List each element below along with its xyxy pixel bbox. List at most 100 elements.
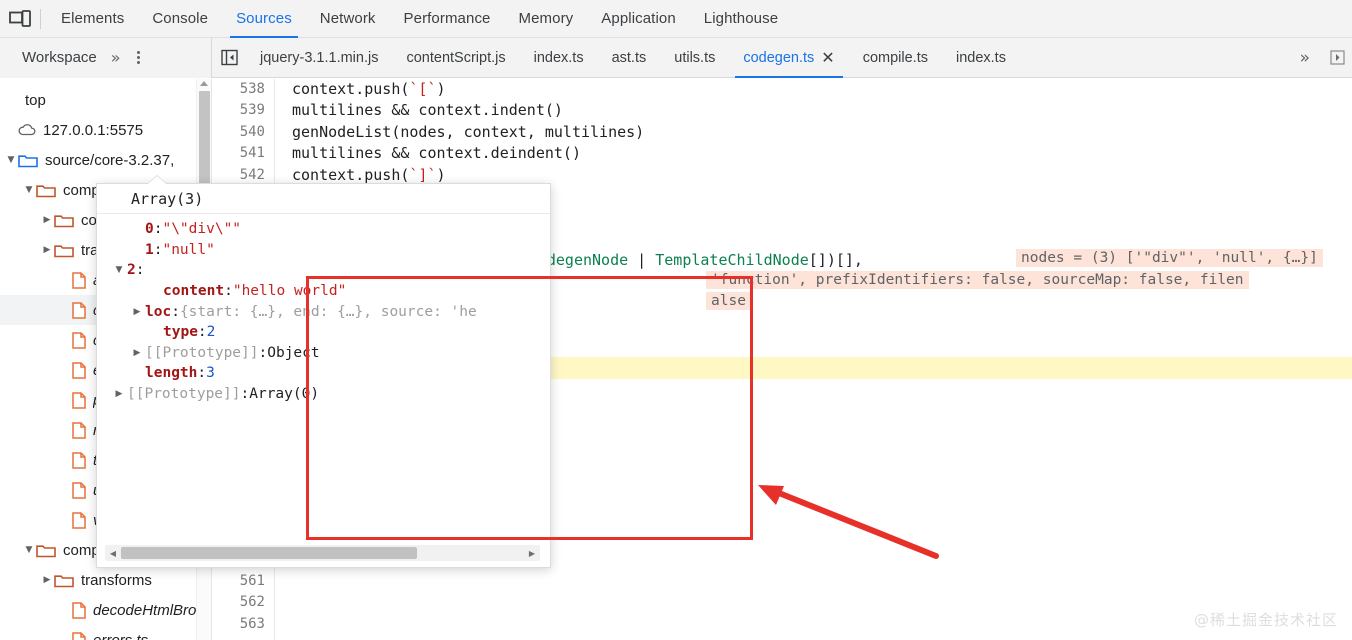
devtools-window: Elements Console Sources Network Performance… — [0, 0, 1352, 640]
popover-value: "null" — [162, 241, 215, 258]
file-tab-jquery-3-1-1-min-js[interactable]: jquery-3.1.1.min.js — [246, 38, 392, 78]
panel-tab-application[interactable]: Application — [587, 0, 689, 38]
file-tab-label: index.ts — [955, 49, 1006, 66]
cloud-icon — [18, 123, 36, 137]
workspace-overflow-icon[interactable]: » — [111, 48, 121, 67]
popover-value: {start: {…}, end: {…}, source: 'he — [179, 303, 477, 320]
panel-tab-memory[interactable]: Memory — [505, 0, 588, 38]
panel-tab-performance[interactable]: Performance — [390, 0, 505, 38]
popover-key: [[Prototype]] — [145, 344, 259, 361]
line-number-540[interactable]: 540 — [212, 122, 274, 143]
popover-horizontal-scrollbar[interactable]: ◀ ▶ — [105, 545, 540, 561]
popover-separator: : — [240, 386, 250, 403]
popover-value: "\"div\"" — [162, 221, 242, 238]
popover-row-1[interactable]: 1: "null" — [97, 240, 550, 261]
popover-row-2[interactable]: ▼ 2: — [97, 260, 550, 281]
workspace-tab[interactable]: Workspace — [0, 49, 97, 66]
sources-sub-bar: Workspace » jquery-3.1.1.min.js contentSc… — [0, 37, 1352, 78]
line-number-539[interactable]: 539 — [212, 100, 274, 121]
chevron-right-icon[interactable]: ▶ — [111, 389, 127, 399]
file-tab-codegen-ts[interactable]: codegen.ts ✕ — [729, 38, 848, 78]
panel-tab-lighthouse[interactable]: Lighthouse — [690, 0, 792, 38]
show-more-tabs-icon[interactable] — [1322, 38, 1352, 78]
popover-row-loc[interactable]: ▶ loc: {start: {…}, end: {…}, source: 'he — [97, 301, 550, 322]
code-line-541: multilines && context.deindent() — [292, 144, 581, 163]
line-number-541[interactable]: 541 — [212, 143, 274, 164]
line-number-563[interactable]: 563 — [212, 614, 274, 635]
tree-item-decodehtmlbro[interactable]: decodeHtmlBro — [0, 595, 211, 625]
scroll-right-icon[interactable]: ▶ — [524, 549, 540, 558]
popover-row-0[interactable]: 0: "\"div\"" — [97, 219, 550, 240]
file-icon — [72, 511, 86, 529]
file-tab-utils-ts[interactable]: utils.ts — [660, 38, 729, 78]
chevron-right-icon[interactable]: ▶ — [129, 307, 145, 317]
file-tab-label: utils.ts — [674, 49, 716, 66]
device-toolbar-icon[interactable] — [0, 0, 40, 38]
popover-title: Array(3) — [97, 184, 550, 214]
tree-item-label: decodeHtmlBro — [93, 601, 197, 619]
tree-item-transforms[interactable]: ▶ transforms — [0, 565, 211, 595]
file-tab-index-ts[interactable]: index.ts — [942, 38, 1020, 78]
inline-value-extra: alse — [706, 292, 751, 310]
popover-value: 2 — [206, 324, 216, 341]
file-tab-contentscript-js[interactable]: contentScript.js — [392, 38, 519, 78]
toolbar-divider — [40, 8, 41, 29]
file-tab-compile-ts[interactable]: compile.ts — [849, 38, 942, 78]
popover-row-type[interactable]: type: 2 — [97, 322, 550, 343]
file-icon — [72, 631, 86, 640]
popover-separator: : — [171, 303, 180, 320]
panel-tab-network[interactable]: Network — [306, 0, 390, 38]
popover-separator: : — [258, 344, 268, 361]
chevron-right-icon[interactable]: ▶ — [40, 235, 54, 265]
file-tabs-overflow-icon[interactable]: » — [1288, 38, 1322, 78]
file-icon — [72, 271, 86, 289]
workspace-zone: Workspace » — [0, 37, 212, 78]
popover-row-length[interactable]: length: 3 — [97, 363, 550, 384]
chevron-right-icon[interactable]: ▶ — [40, 205, 54, 235]
chevron-right-icon[interactable]: ▶ — [40, 565, 54, 595]
panel-tab-sources[interactable]: Sources — [222, 0, 306, 38]
chevron-down-icon[interactable]: ▼ — [22, 175, 36, 205]
folder-icon — [54, 213, 74, 228]
line-number-561[interactable]: 561 — [212, 571, 274, 592]
panel-tab-console[interactable]: Console — [138, 0, 222, 38]
scroll-left-icon[interactable]: ◀ — [105, 549, 121, 558]
popover-row--prototype-[interactable]: ▶ [[Prototype]]: Array(0) — [97, 384, 550, 405]
line-number-538[interactable]: 538 — [212, 79, 274, 100]
code-line-538: context.push(`[`) — [292, 80, 446, 98]
popover-separator: : — [153, 241, 163, 258]
tree-item-errors-ts[interactable]: errors.ts — [0, 625, 211, 640]
file-tab-label: jquery-3.1.1.min.js — [260, 49, 379, 66]
file-tab-label: ast.ts — [611, 49, 647, 66]
panel-tab-elements[interactable]: Elements — [47, 0, 138, 38]
object-value-popover[interactable]: Array(3) 0: "\"div\"" 1: "null" ▼ 2: content… — [96, 183, 551, 568]
tree-item-127-0-0-1-5575[interactable]: 127.0.0.1:5575 — [0, 115, 211, 145]
popover-row-content[interactable]: content: "hello world" — [97, 281, 550, 302]
file-icon — [72, 451, 86, 469]
file-tab-index-ts[interactable]: index.ts — [520, 38, 598, 78]
chevron-down-icon[interactable]: ▼ — [4, 145, 18, 175]
scroll-up-icon[interactable] — [200, 81, 208, 86]
close-icon[interactable]: ✕ — [821, 49, 834, 66]
popover-value: "hello world" — [232, 283, 347, 300]
tree-item-source-core-3-2-37-[interactable]: ▼ source/core-3.2.37, — [0, 145, 211, 175]
file-icon — [72, 331, 86, 349]
file-tab-ast-ts[interactable]: ast.ts — [598, 38, 661, 78]
device-toolbar-glyph — [9, 9, 31, 27]
watermark: @稀土掘金技术社区 — [1193, 611, 1338, 629]
tree-item-top[interactable]: top — [0, 85, 211, 115]
chevron-right-icon[interactable]: ▶ — [129, 348, 145, 358]
chevron-down-icon[interactable]: ▼ — [22, 535, 36, 565]
popover-row--prototype-[interactable]: ▶ [[Prototype]]: Object — [97, 343, 550, 364]
more-options-icon[interactable] — [133, 47, 144, 68]
popover-key: type — [163, 324, 198, 341]
chevron-down-icon[interactable]: ▼ — [111, 265, 127, 275]
collapse-sidebar-icon[interactable] — [212, 38, 246, 78]
popover-scrollbar-thumb[interactable] — [121, 547, 417, 559]
line-number-562[interactable]: 562 — [212, 592, 274, 613]
popover-key: loc — [145, 303, 172, 320]
